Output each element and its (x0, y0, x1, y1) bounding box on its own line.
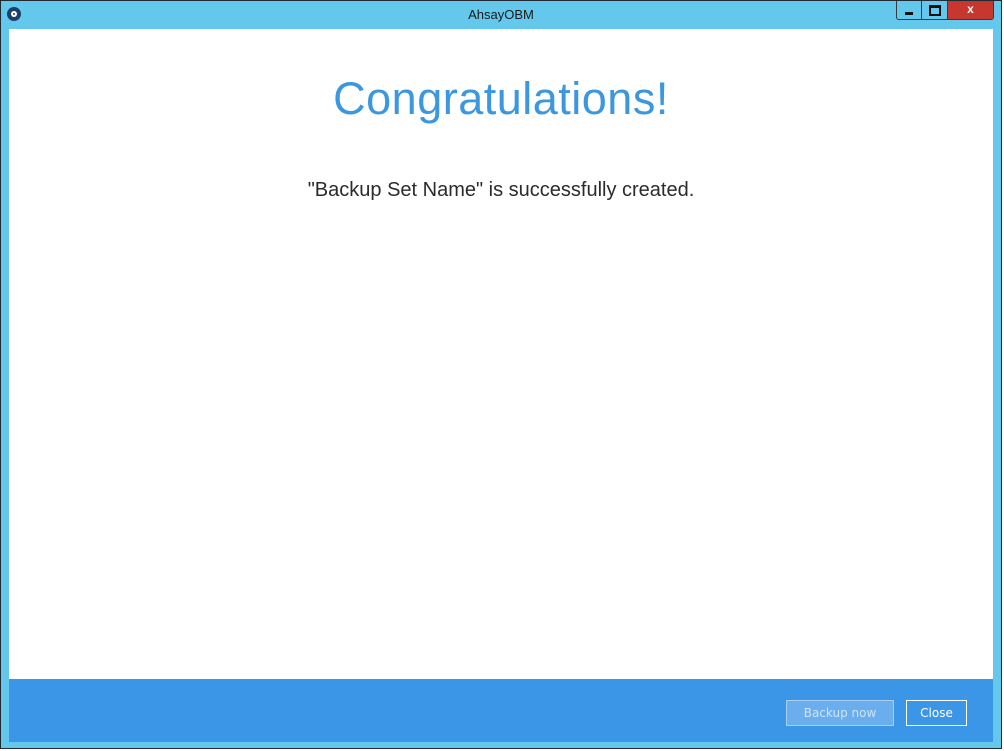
close-button[interactable]: Close (906, 700, 967, 726)
app-window: AhsayOBM x Congratulations! "Backup Set … (0, 0, 1002, 749)
main-content: Congratulations! "Backup Set Name" is su… (9, 29, 993, 679)
maximize-button[interactable] (922, 1, 948, 20)
maximize-icon (928, 4, 941, 16)
backup-now-button[interactable]: Backup now (786, 700, 894, 726)
window-close-button[interactable]: x (948, 1, 994, 20)
title-bar[interactable]: AhsayOBM x (1, 1, 1001, 29)
footer-bar: Backup now Close (9, 679, 993, 742)
close-icon: x (967, 2, 974, 16)
page-title: Congratulations! (333, 73, 669, 124)
minimize-button[interactable] (896, 1, 922, 20)
success-message: "Backup Set Name" is successfully create… (307, 179, 695, 201)
window-controls: x (896, 1, 994, 21)
minimize-icon (905, 11, 913, 15)
window-title: AhsayOBM (468, 7, 534, 22)
